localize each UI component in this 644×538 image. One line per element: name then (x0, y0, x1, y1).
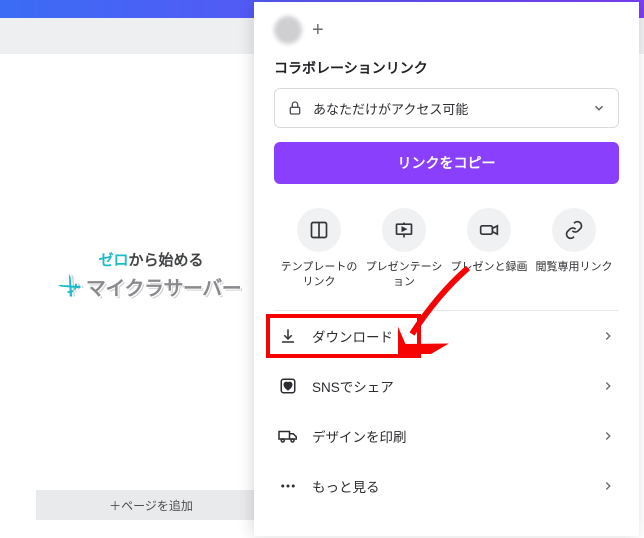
sword-icon: ⚔ (54, 271, 86, 303)
chevron-down-icon (592, 101, 606, 115)
presentation-button[interactable]: プレゼンテーション (363, 208, 445, 290)
more-icon (278, 476, 298, 496)
camera-icon (479, 220, 499, 240)
add-page-button[interactable]: ＋ページを追加 (36, 490, 266, 520)
heart-icon (278, 376, 298, 396)
link-icon (564, 220, 584, 240)
template-icon (309, 220, 329, 240)
download-icon (278, 326, 298, 346)
logo-accent-text: ゼロ (98, 252, 128, 269)
share-menu-list: ダウンロード SNSでシェア デザインを印刷 (274, 310, 619, 511)
share-icon-grid: テンプレートのリンク プレゼンテーション プレゼンと録画 閲覧専用リンク (274, 208, 619, 290)
chevron-right-icon (601, 329, 615, 343)
copy-link-button[interactable]: リンクをコピー (274, 142, 619, 184)
logo-main-line: ⚔ マイクラサーバー (61, 272, 242, 301)
template-link-label: テンプレートのリンク (278, 260, 360, 290)
chevron-right-icon (601, 429, 615, 443)
add-page-label: ＋ページを追加 (109, 497, 193, 514)
design-logo: ゼロから始める ⚔ マイクラサーバー (61, 249, 242, 301)
view-only-link-button[interactable]: 閲覧専用リンク (533, 208, 615, 290)
access-dropdown[interactable]: あなただけがアクセス可能 (274, 88, 619, 128)
sns-share-row[interactable]: SNSでシェア (274, 361, 619, 411)
download-row[interactable]: ダウンロード (274, 311, 619, 361)
logo-top-line: ゼロから始める (61, 249, 242, 270)
lock-icon (287, 100, 303, 116)
share-panel: + コラボレーションリンク あなただけがアクセス可能 リンクをコピー テンプレー… (254, 2, 639, 536)
logo-top-rest: から始める (128, 252, 203, 269)
present-record-label: プレゼンと録画 (451, 260, 528, 275)
print-design-row[interactable]: デザインを印刷 (274, 411, 619, 461)
avatar (274, 16, 302, 44)
collaborator-row: + (274, 16, 619, 44)
copy-link-label: リンクをコピー (398, 153, 496, 173)
presentation-label: プレゼンテーション (363, 260, 445, 290)
more-label: もっと見る (312, 476, 380, 496)
presentation-icon (394, 220, 414, 240)
view-only-link-label: 閲覧専用リンク (536, 260, 613, 275)
access-text: あなただけがアクセス可能 (313, 99, 468, 118)
chevron-right-icon (601, 379, 615, 393)
present-record-button[interactable]: プレゼンと録画 (448, 208, 530, 290)
logo-main-text: マイクラサーバー (86, 272, 241, 301)
more-row[interactable]: もっと見る (274, 461, 619, 511)
download-label: ダウンロード (312, 326, 393, 346)
add-collaborator-button[interactable]: + (312, 19, 324, 42)
collab-link-label: コラボレーションリンク (274, 58, 619, 78)
design-canvas: ゼロから始める ⚔ マイクラサーバー (36, 120, 266, 430)
print-design-label: デザインを印刷 (312, 426, 407, 446)
chevron-right-icon (601, 479, 615, 493)
template-link-button[interactable]: テンプレートのリンク (278, 208, 360, 290)
sns-share-label: SNSでシェア (312, 376, 394, 396)
truck-icon (278, 426, 298, 446)
